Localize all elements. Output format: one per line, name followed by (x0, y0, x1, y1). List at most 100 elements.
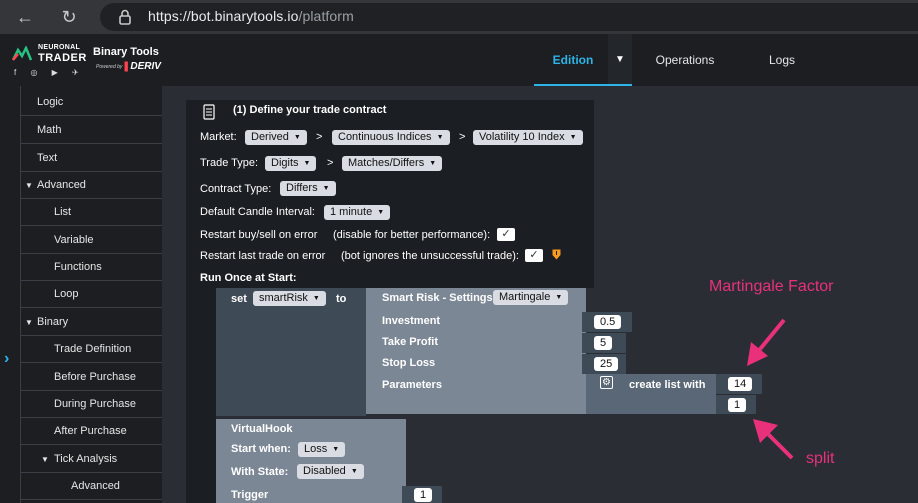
reload-icon[interactable]: ↻ (58, 6, 80, 28)
dropdown-value: Martingale (499, 291, 551, 303)
caret-down-icon: ▼ (293, 134, 301, 141)
start-when-dropdown[interactable]: Loss ▼ (298, 442, 346, 457)
sidebar-item-label: Variable (54, 234, 94, 246)
sidebar-item-list[interactable]: List (21, 199, 163, 226)
sidebar-item-tick-analysis[interactable]: ▼ Tick Analysis (21, 446, 163, 473)
lock-icon (119, 9, 131, 25)
restart-buy-checkbox[interactable]: ✓ (497, 228, 515, 241)
chevron-down-icon[interactable]: ▼ (608, 34, 632, 86)
tab-operations[interactable]: Operations (632, 34, 738, 86)
tab-logs[interactable]: Logs (738, 34, 826, 86)
warning-shield-icon[interactable] (552, 249, 561, 260)
smart-risk-mode-dropdown[interactable]: Martingale ▼ (493, 290, 569, 305)
take-profit-label: Take Profit (382, 336, 439, 348)
create-list-label: create list with (629, 379, 706, 391)
trigger-label: Trigger (231, 489, 269, 501)
back-arrow-icon[interactable]: ← (14, 6, 36, 28)
trade-type-dropdown[interactable]: Digits ▼ (265, 156, 317, 171)
arrow-to-split (753, 419, 794, 460)
candle-interval-dropdown[interactable]: 1 minute ▼ (324, 205, 391, 220)
stop-loss-input[interactable]: 25 (594, 357, 619, 371)
sidebar-item-after-purchase[interactable]: After Purchase (21, 418, 163, 445)
market-label: Market: (200, 131, 237, 143)
logo-mark-icon (12, 46, 32, 61)
symbol-dropdown[interactable]: Volatility 10 Index ▼ (473, 130, 583, 145)
sidebar-item-label: Tick Analysis (54, 453, 118, 465)
dropdown-value: Matches/Differs (348, 157, 425, 169)
neuronal-trader-logo[interactable]: NEURONAL TRADER f ◎ ▶ ✈ (12, 44, 92, 80)
trigger-input[interactable]: 1 (414, 488, 433, 502)
stop-loss-label: Stop Loss (382, 357, 436, 369)
triangle-down-icon: ▼ (25, 181, 33, 190)
sidebar-item-label: List (54, 206, 72, 218)
triangle-down-icon: ▼ (41, 455, 49, 464)
list-item-1-input[interactable]: 14 (728, 377, 753, 391)
social-icons[interactable]: f ◎ ▶ ✈ (14, 68, 85, 77)
sidebar-item-before-purchase[interactable]: Before Purchase (21, 364, 163, 391)
tab-edition-label: Edition (552, 53, 594, 67)
brand-title: Binary Tools (93, 46, 159, 58)
sidebar-item-variable[interactable]: Variable (21, 227, 163, 254)
separator: > (327, 157, 334, 169)
deriv-logo: ❚DERIV (122, 61, 161, 72)
url-host: https://bot.binarytools.io (148, 8, 299, 24)
sidebar-item-label: Binary (37, 316, 69, 328)
deriv-text: DERIV (130, 61, 161, 72)
separator: > (316, 131, 323, 143)
dropdown-value: Differs (286, 182, 318, 194)
sidebar-item-loop[interactable]: Loop (21, 281, 163, 308)
dropdown-value: Loss (304, 443, 328, 455)
caret-down-icon: ▼ (569, 134, 577, 141)
sidebar-item-functions[interactable]: Functions (21, 254, 163, 281)
submarket-dropdown[interactable]: Continuous Indices ▼ (332, 130, 450, 145)
sidebar-item-text[interactable]: Text (21, 145, 163, 172)
sidebar-item-label: During Purchase (54, 398, 136, 410)
caret-down-icon: ▼ (377, 209, 385, 216)
restart-buy-hint: (disable for better performance): (333, 229, 491, 241)
triangle-down-icon: ▼ (25, 318, 33, 327)
sidebar-item-math[interactable]: Math (21, 117, 163, 144)
investment-input[interactable]: 0.5 (594, 315, 622, 329)
address-bar[interactable]: https://bot.binarytools.io/platform (100, 3, 918, 31)
sidebar-item-label: Advanced (71, 480, 120, 492)
with-state-label: With State: (231, 466, 289, 478)
variable-dropdown[interactable]: smartRisk ▼ (253, 291, 326, 306)
sidebar-item-label: Text (37, 152, 58, 164)
sidebar-item-label: Trade Definition (54, 343, 132, 355)
start-when-label: Start when: (231, 443, 291, 455)
sidebar-item-label: Advanced (37, 179, 86, 191)
with-state-dropdown[interactable]: Disabled ▼ (297, 464, 364, 479)
sidebar-item-logic[interactable]: Logic (21, 89, 163, 116)
caret-down-icon: ▼ (303, 160, 311, 167)
sidebar-item-tick-advanced[interactable]: Advanced (21, 473, 163, 500)
sidebar-item-during-purchase[interactable]: During Purchase (21, 391, 163, 418)
gear-icon[interactable]: ⚙ (600, 376, 613, 389)
caret-down-icon: ▼ (312, 295, 320, 302)
candle-interval-label: Default Candle Interval: (200, 206, 315, 218)
contract-type-label: Contract Type: (200, 183, 272, 195)
sidebar-item-trade-definition[interactable]: Trade Definition (21, 336, 163, 363)
to-label: to (336, 293, 347, 305)
restart-last-checkbox[interactable]: ✓ (525, 249, 543, 262)
chevron-right-icon[interactable]: › (4, 350, 9, 368)
trade-block-title: (1) Define your trade contract (233, 104, 387, 116)
dropdown-value: Continuous Indices (338, 131, 432, 143)
contract-dropdown[interactable]: Matches/Differs ▼ (342, 156, 443, 171)
browser-toolbar: ← ↻ https://bot.binarytools.io/platform (0, 0, 918, 34)
smart-risk-block[interactable] (366, 288, 586, 414)
restart-last-label: Restart last trade on error (200, 250, 326, 262)
arrow-to-martingale-factor (747, 318, 786, 366)
contract-type-dropdown[interactable]: Differs ▼ (280, 181, 336, 196)
set-variable-block[interactable] (216, 288, 366, 416)
sidebar-item-binary[interactable]: ▼ Binary (21, 309, 163, 336)
sidebar-item-label: Functions (54, 261, 102, 273)
dropdown-value: Disabled (303, 465, 346, 477)
set-label: set (231, 293, 247, 305)
caret-down-icon: ▼ (555, 294, 563, 301)
caret-down-icon: ▼ (332, 446, 340, 453)
list-item-2-input[interactable]: 1 (728, 398, 747, 412)
sidebar-item-advanced[interactable]: ▼ Advanced (21, 172, 163, 199)
take-profit-input[interactable]: 5 (594, 336, 613, 350)
market-dropdown[interactable]: Derived ▼ (245, 130, 307, 145)
url-text: https://bot.binarytools.io/platform (148, 8, 354, 24)
